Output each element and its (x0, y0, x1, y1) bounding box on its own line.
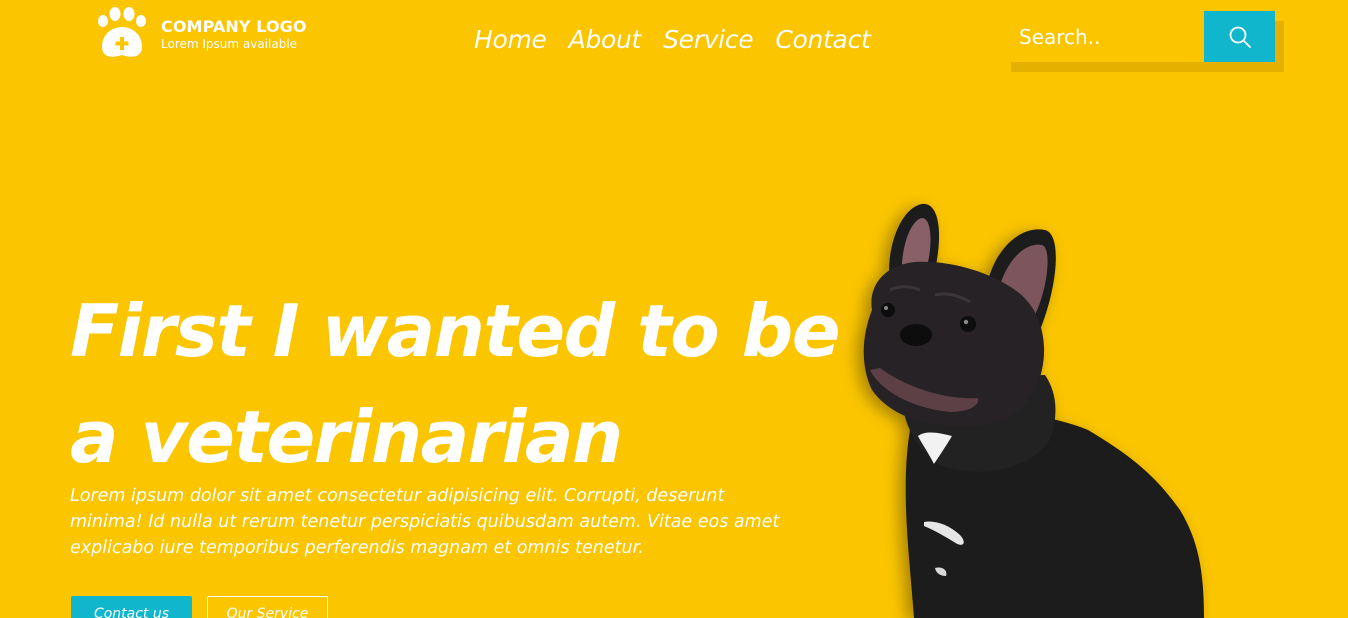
paw-cross-icon (98, 7, 146, 57)
our-service-button[interactable]: Our Service (207, 596, 328, 618)
nav-item-home[interactable]: Home (474, 25, 547, 55)
hero-title-line-2: a veterinarian (70, 395, 623, 479)
french-bulldog-photo (863, 203, 1204, 618)
logo-subtitle: Lorem Ipsum available (161, 36, 298, 51)
nav-item-contact[interactable]: Contact (775, 25, 870, 55)
search-button[interactable] (1204, 11, 1275, 62)
hero-title-line-1: First I wanted to be (70, 289, 841, 373)
header: COMPANY LOGO Lorem Ipsum available Home … (0, 0, 1348, 80)
search-input[interactable] (1002, 11, 1204, 62)
logo-title: COMPANY LOGO (161, 16, 307, 36)
contact-us-button[interactable]: Contact us (71, 596, 192, 618)
company-logo[interactable]: COMPANY LOGO Lorem Ipsum available (96, 6, 307, 62)
hero-description: Lorem ipsum dolor sit amet consectetur a… (70, 486, 780, 558)
hero-title: First I wanted to be a veterinarian (70, 278, 841, 490)
search-bar (1002, 11, 1275, 62)
search-icon (1229, 26, 1251, 48)
nav-item-about[interactable]: About (569, 25, 642, 55)
nav-item-service[interactable]: Service (663, 25, 754, 55)
main-nav: Home About Service Contact (474, 25, 871, 55)
